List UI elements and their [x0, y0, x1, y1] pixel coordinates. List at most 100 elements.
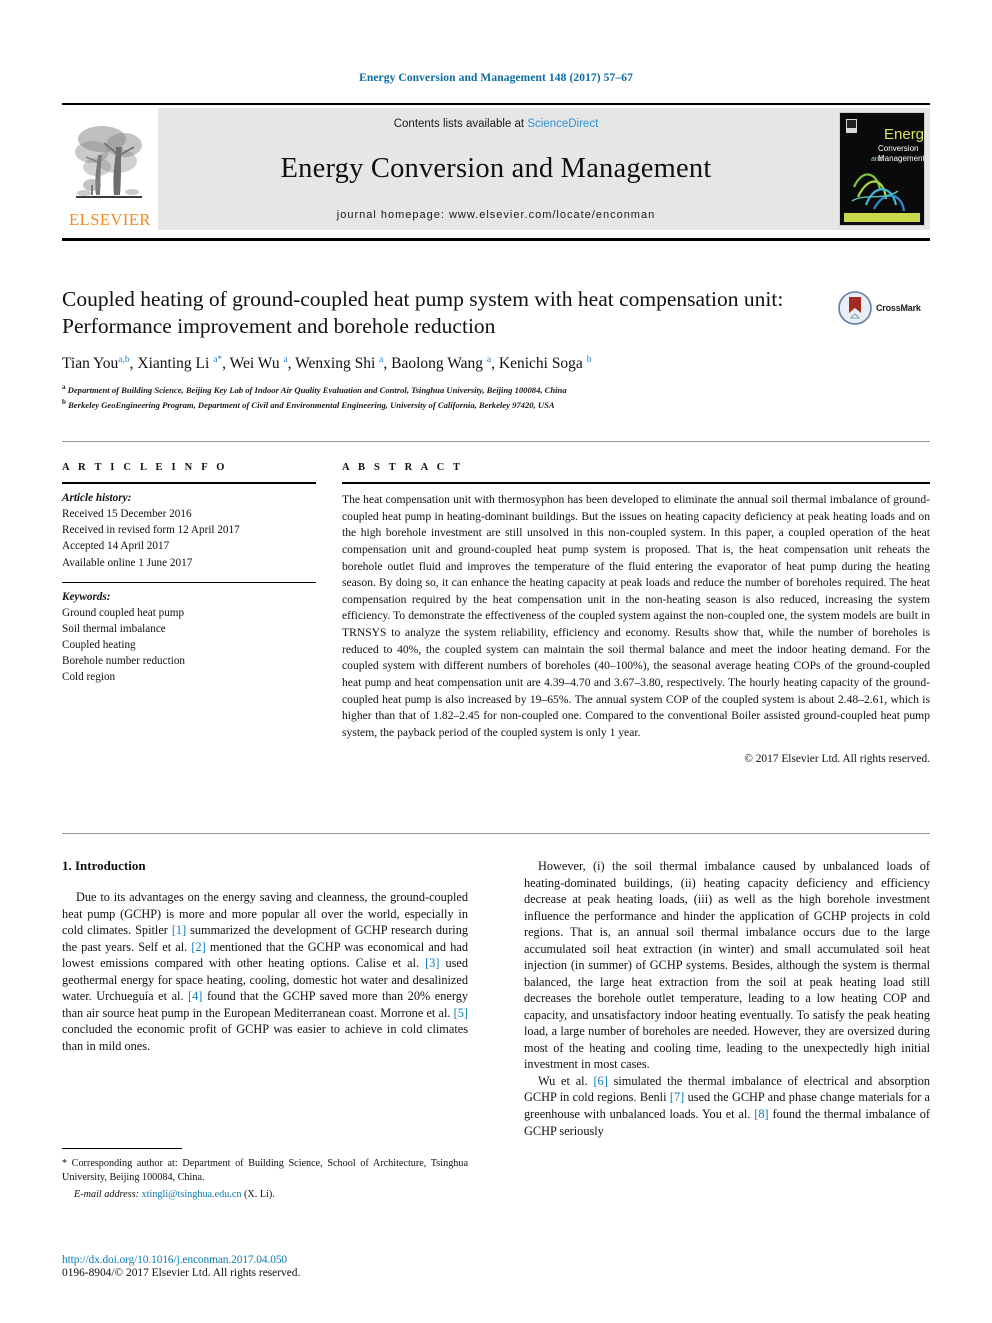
corresponding-author-footnote: * Corresponding author at: Department of… [62, 1148, 468, 1200]
svg-text:and: and [871, 156, 883, 163]
title-block: Coupled heating of ground-coupled heat p… [62, 286, 930, 411]
email-suffix: (X. Li). [241, 1188, 275, 1200]
masthead-bottom-rule [62, 238, 930, 241]
article-history-label: Article history: [62, 492, 132, 504]
para-text: Wu et al. [538, 1073, 594, 1088]
author-name: Wenxing Shi [295, 355, 376, 373]
intro-paragraph-right-2: Wu et al. [6] simulated the thermal imba… [524, 1073, 930, 1139]
author-item: Xianting Li a* [137, 355, 222, 372]
author-item: Wei Wu a [230, 355, 288, 372]
affiliation-text: Berkeley GeoEngineering Program, Departm… [68, 399, 555, 410]
keyword-item: Borehole number reduction [62, 655, 186, 668]
article-info-section: A R T I C L E I N F O Article history: R… [62, 462, 316, 685]
citation-ref[interactable]: [1] [172, 923, 186, 937]
svg-text:Energy: Energy [884, 126, 924, 143]
keyword-item: Coupled heating [62, 639, 136, 651]
keyword-item: Cold region [62, 671, 116, 684]
author-name: Kenichi Soga [498, 355, 583, 373]
svg-text:Conversion: Conversion [878, 144, 918, 153]
citation-ref[interactable]: [4] [188, 989, 202, 1003]
author-affil-marker: b [586, 355, 592, 366]
page-title: Coupled heating of ground-coupled heat p… [62, 287, 784, 339]
sciencedirect-link[interactable]: ScienceDirect [527, 118, 598, 130]
intro-paragraph-left: Due to its advantages on the energy savi… [62, 889, 468, 1054]
running-head: Energy Conversion and Management 148 (20… [359, 72, 633, 84]
footnote-rule [62, 1148, 182, 1149]
author-item: Kenichi Soga b [499, 355, 592, 372]
affiliation-marker: b [62, 397, 66, 406]
author-list: Tian Youa,b, Xianting Li a*, Wei Wu a, W… [62, 355, 592, 373]
affiliation-list: a Department of Building Science, Beijin… [62, 382, 930, 411]
elsevier-logo: ELSEVIER [62, 108, 158, 230]
intro-left-column: 1. Introduction Due to its advantages on… [62, 858, 468, 1054]
colophon: http://dx.doi.org/10.1016/j.enconman.201… [62, 1254, 482, 1279]
keywords-label: Keywords: [62, 590, 111, 603]
author-item: Wenxing Shi a [295, 355, 383, 372]
keyword-item: Soil thermal imbalance [62, 622, 166, 635]
footnote-text: * Corresponding author at: Department of… [62, 1157, 468, 1186]
affiliation-text: Department of Building Science, Beijing … [67, 385, 567, 396]
journal-title: Energy Conversion and Management [280, 153, 712, 185]
citation-ref[interactable]: [7] [670, 1090, 684, 1104]
doi-link[interactable]: http://dx.doi.org/10.1016/j.enconman.201… [62, 1254, 482, 1266]
article-page: Energy Conversion and Management 148 (20… [0, 0, 992, 1323]
abstract-bottom-rule [62, 833, 930, 834]
abstract-section: A B S T R A C T The heat compensation un… [342, 462, 930, 765]
contents-available-line: Contents lists available at ScienceDirec… [394, 118, 599, 130]
email-link[interactable]: xtingli@tsinghua.edu.cn [142, 1189, 242, 1200]
author-item: Baolong Wang a [391, 355, 491, 372]
contents-prefix: Contents lists available at [393, 118, 528, 130]
author-affil-marker: a* [213, 355, 223, 366]
journal-masthead: ELSEVIER Contents lists available at Sci… [62, 103, 930, 231]
abstract-copyright: © 2017 Elsevier Ltd. All rights reserved… [744, 753, 930, 766]
para-text: concluded the economic profit of GCHP wa… [62, 1022, 468, 1053]
crossmark-badge[interactable]: CrossMark [838, 288, 930, 328]
history-item: Accepted 14 April 2017 [62, 540, 170, 553]
author-affil-marker: a [283, 355, 288, 366]
keyword-item: Ground coupled heat pump [62, 606, 185, 619]
section-heading-introduction: 1. Introduction [62, 858, 146, 873]
elsevier-tree-icon [75, 125, 142, 198]
history-item: Received 15 December 2016 [62, 508, 192, 521]
svg-text:Management: Management [878, 154, 924, 163]
author-affil-marker: a [486, 355, 492, 366]
history-item: Available online 1 June 2017 [62, 556, 193, 569]
author-affil-marker: a [379, 355, 384, 366]
history-item: Received in revised form 12 April 2017 [62, 524, 240, 537]
journal-cover-container: Energy Conversion Management and [834, 108, 930, 230]
affiliation-item: b Berkeley GeoEngineering Program, Depar… [62, 397, 930, 411]
abstract-text: The heat compensation unit with thermosy… [342, 493, 930, 739]
abstract-rule [342, 482, 930, 484]
journal-cover-art-icon: Energy Conversion Management and [840, 113, 924, 225]
masthead-center: Contents lists available at ScienceDirec… [158, 108, 834, 230]
citation-ref[interactable]: [5] [454, 1006, 468, 1020]
citation-ref[interactable]: [8] [754, 1107, 768, 1121]
crossmark-label: CrossMark [876, 303, 921, 313]
author-affil-marker: a,b [118, 355, 130, 366]
journal-homepage-line[interactable]: journal homepage: www.elsevier.com/locat… [337, 209, 655, 221]
keywords-block: Keywords: Ground coupled heat pump Soil … [62, 589, 316, 686]
author-item: Tian Youa,b [62, 355, 130, 372]
citation-ref[interactable]: [3] [425, 956, 439, 970]
author-name: Xianting Li [137, 355, 210, 373]
intro-paragraph-right-1: However, (i) the soil thermal imbalance … [524, 859, 930, 1072]
email-label: E-mail address: [74, 1188, 139, 1200]
citation-ref[interactable]: [2] [191, 940, 205, 954]
article-info-heading: A R T I C L E I N F O [62, 462, 228, 473]
keywords-rule [62, 581, 316, 583]
article-history-block: Article history: Received 15 December 20… [62, 490, 316, 571]
journal-cover-image: Energy Conversion Management and [839, 112, 925, 226]
title-bottom-rule [62, 441, 930, 442]
abstract-heading: A B S T R A C T [342, 462, 464, 473]
intro-right-column: However, (i) the soil thermal imbalance … [524, 858, 930, 1139]
author-name: Wei Wu [229, 355, 280, 373]
citation-ref[interactable]: [6] [593, 1074, 607, 1088]
author-name: Baolong Wang [391, 355, 484, 373]
affiliation-item: a Department of Building Science, Beijin… [62, 382, 930, 396]
footnote-email-line: E-mail address: xtingli@tsinghua.edu.cn … [62, 1189, 468, 1200]
issn-copyright-line: 0196-8904/© 2017 Elsevier Ltd. All right… [62, 1267, 301, 1279]
footnote-body: Corresponding author at: Department of B… [62, 1158, 468, 1184]
elsevier-wordmark: ELSEVIER [69, 209, 151, 229]
affiliation-marker: a [62, 383, 66, 392]
article-info-rule [62, 482, 316, 484]
